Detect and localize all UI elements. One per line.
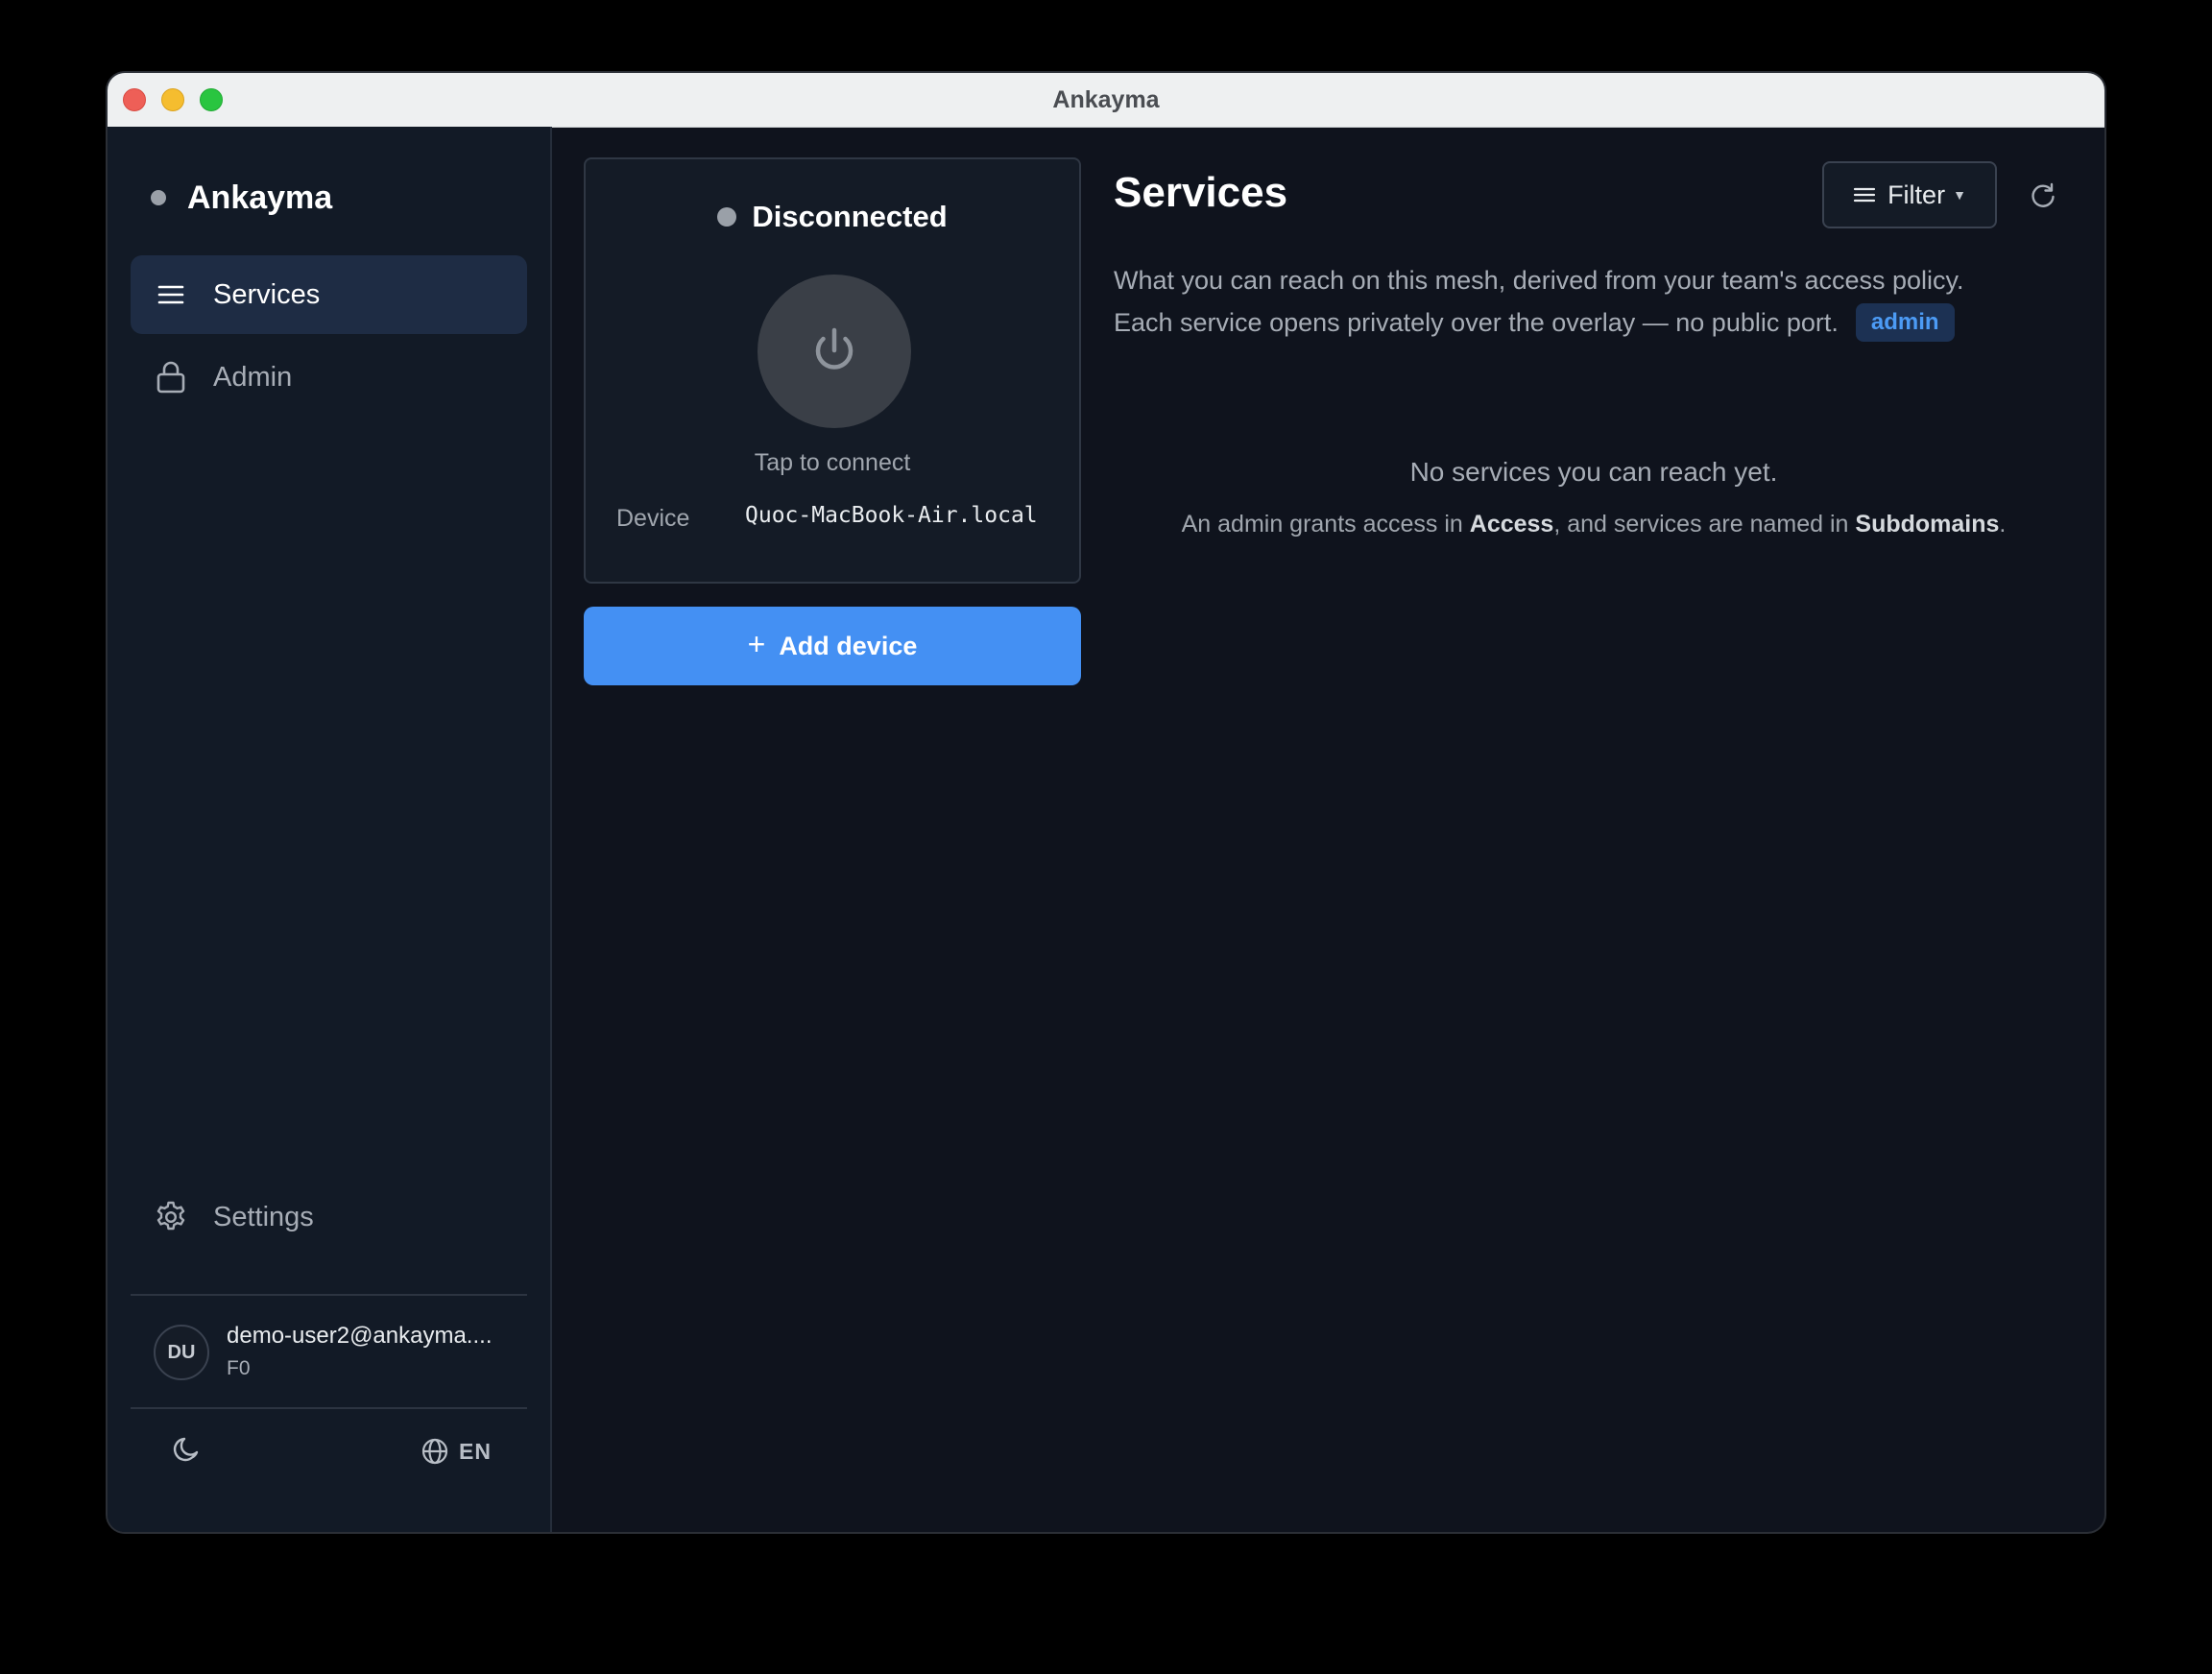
status-dot-icon [151,190,166,205]
globe-icon [421,1437,459,1466]
device-name: Quoc-MacBook-Air.local [745,503,1038,528]
connect-power-button[interactable] [757,275,911,428]
add-device-label: Add device [779,631,918,660]
refresh-icon [2028,180,2058,211]
power-icon [805,323,863,380]
filter-label: Filter [1887,179,1946,209]
sidebar-item-label: Admin [213,361,293,393]
status-dot-icon [717,207,737,227]
sidebar-item-admin[interactable]: Admin [131,338,527,417]
user-subtitle: F0 [227,1357,251,1379]
plus-icon: + [747,627,766,661]
brand: Ankayma [151,177,332,219]
refresh-button[interactable] [2024,177,2062,215]
window-title: Ankayma [1052,86,1160,113]
title-bar: Ankayma [108,73,2104,128]
sidebar-item-services[interactable]: Services [131,255,527,334]
gear-icon [154,1200,188,1234]
divider [131,1407,527,1409]
empty-state-text: , and services are named in [1553,511,1856,538]
device-label: Device [616,505,690,532]
moon-icon [171,1434,202,1470]
brand-name: Ankayma [187,179,333,216]
subdomains-link-text: Subdomains [1855,511,2000,538]
avatar: DU [154,1325,209,1380]
filter-lines-icon [1853,183,1887,206]
language-label: EN [459,1438,492,1464]
add-device-button[interactable]: + Add device [584,607,1081,685]
description-line: Each service opens privately over the ov… [1114,308,1839,337]
empty-state-subtitle: An admin grants access in Access, and se… [1114,511,2074,538]
user-email: demo-user2@ankayma.... [227,1323,493,1349]
app-window: Ankayma Ankayma Services Admin Settings … [108,73,2104,1532]
sidebar: Ankayma Services Admin Settings DU demo-… [108,127,552,1532]
connection-card: Disconnected Tap to connect Device Quoc-… [584,157,1081,584]
user-profile[interactable]: DU demo-user2@ankayma.... F0 [154,1317,528,1392]
empty-state-text: An admin grants access in [1181,511,1470,538]
services-description: What you can reach on this mesh, derived… [1114,259,2074,344]
connection-status: Disconnected [586,200,1079,234]
access-link-text: Access [1469,511,1554,538]
connection-status-text: Disconnected [752,200,948,233]
language-button[interactable]: EN [421,1430,492,1472]
empty-state-text: . [1999,511,2007,538]
divider [131,1294,527,1296]
list-icon [154,277,188,312]
tap-to-connect-label: Tap to connect [754,449,911,476]
empty-state-title: No services you can reach yet. [1409,457,1778,487]
theme-toggle-button[interactable] [167,1432,205,1471]
sidebar-item-label: Services [213,278,321,310]
lock-icon [154,360,188,395]
description-line-2: Each service opens privately over the ov… [1114,301,2074,344]
description-line: What you can reach on this mesh, derived… [1114,266,1964,295]
sidebar-item-label: Settings [213,1201,314,1232]
page-title: Services [1114,169,1288,216]
sidebar-item-settings[interactable]: Settings [131,1178,527,1256]
caret-down-icon: ▼ [1953,187,1966,203]
filter-button[interactable]: Filter ▼ [1822,161,1997,228]
role-badge: admin [1855,302,1955,342]
